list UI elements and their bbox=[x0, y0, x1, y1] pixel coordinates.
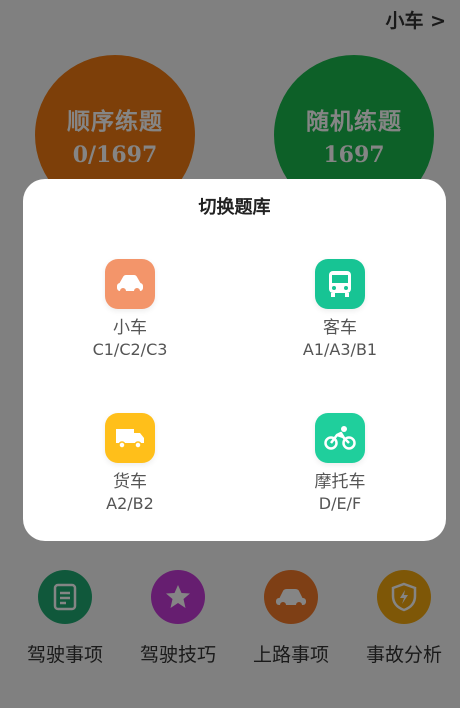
option-license-classes: A2/B2 bbox=[106, 494, 154, 513]
option-small-car[interactable]: 小车 C1/C2/C3 bbox=[55, 259, 205, 360]
option-license-classes: C1/C2/C3 bbox=[92, 340, 168, 359]
option-name: 小车 bbox=[113, 318, 147, 338]
dialog-title: 切换题库 bbox=[198, 197, 271, 218]
option-name: 摩托车 bbox=[314, 472, 366, 492]
car-icon bbox=[105, 259, 155, 309]
option-name: 客车 bbox=[323, 318, 357, 338]
option-truck[interactable]: 货车 A2/B2 bbox=[55, 413, 205, 514]
truck-icon bbox=[105, 413, 155, 463]
option-name: 货车 bbox=[113, 472, 147, 492]
switch-bank-dialog: 切换题库 小车 C1/C2/C3 客车 A1/A3/B1 货车 A2/B2 摩托… bbox=[23, 179, 446, 541]
bus-icon bbox=[315, 259, 365, 309]
option-bus[interactable]: 客车 A1/A3/B1 bbox=[265, 259, 415, 360]
option-license-classes: D/E/F bbox=[318, 494, 362, 513]
option-license-classes: A1/A3/B1 bbox=[302, 340, 378, 359]
bicycle-icon bbox=[315, 413, 365, 463]
option-motorcycle[interactable]: 摩托车 D/E/F bbox=[265, 413, 415, 514]
